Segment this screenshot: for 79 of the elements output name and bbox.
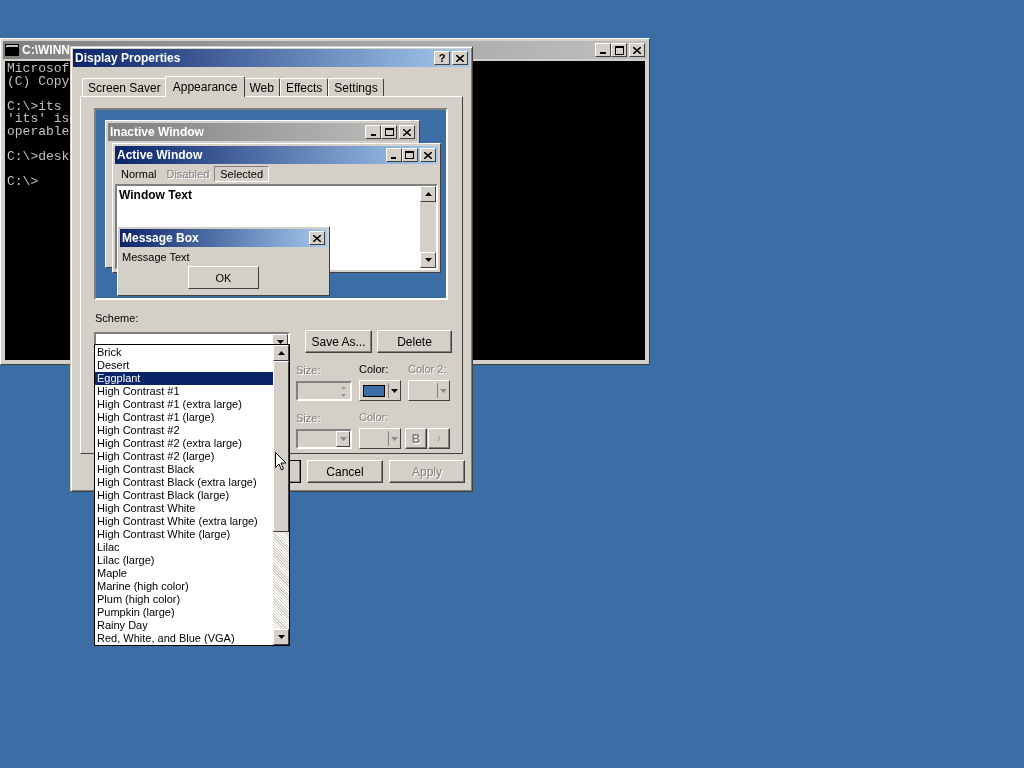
size-spinner[interactable]: [296, 381, 352, 401]
window-title: Active Window: [117, 148, 203, 162]
dialog-button[interactable]: Cancel: [307, 460, 383, 483]
console-line: Microsof: [7, 63, 70, 76]
list-item[interactable]: High Contrast Black (extra large): [95, 476, 273, 489]
window-title: C:\WINN: [22, 43, 70, 57]
dropdown-arrow-icon: [388, 431, 399, 446]
close-button[interactable]: [629, 43, 645, 57]
list-item[interactable]: Rainy Day: [95, 619, 273, 632]
italic-button[interactable]: [428, 428, 450, 449]
console-line: operable: [7, 125, 70, 138]
size-dropdown[interactable]: [296, 429, 352, 449]
field-label: Color:: [359, 411, 389, 425]
dropdown-arrow-icon: [388, 383, 399, 398]
console-line: C:\>its: [7, 100, 62, 113]
maximize-icon: [614, 45, 624, 55]
list-item[interactable]: Eggplant: [95, 372, 273, 385]
list-item[interactable]: High Contrast Black: [95, 463, 273, 476]
maximize-button[interactable]: [611, 43, 627, 57]
list-item[interactable]: Plum (high color): [95, 593, 273, 606]
list-item[interactable]: High Contrast #2 (extra large): [95, 437, 273, 450]
list-item[interactable]: Lilac (large): [95, 554, 273, 567]
tab[interactable]: Appearance: [164, 76, 246, 97]
scroll-thumb[interactable]: [273, 361, 289, 532]
list-item[interactable]: Desert: [95, 359, 273, 372]
maximize-icon: [381, 125, 397, 139]
list-item[interactable]: High Contrast #1 (large): [95, 411, 273, 424]
cursor-icon: [275, 452, 287, 471]
color-picker[interactable]: [408, 380, 450, 401]
list-item[interactable]: High Contrast White (large): [95, 528, 273, 541]
list-item[interactable]: Lilac: [95, 541, 273, 554]
list-item[interactable]: High Contrast #1 (extra large): [95, 398, 273, 411]
window-title: Inactive Window: [110, 125, 204, 139]
list-item[interactable]: Maple: [95, 567, 273, 580]
list-item[interactable]: Brick: [95, 346, 273, 359]
list-item[interactable]: High Contrast #2 (large): [95, 450, 273, 463]
field-label: Color 2:: [408, 363, 447, 377]
close-icon: [633, 46, 641, 54]
window-title: Display Properties: [75, 51, 181, 65]
delete-button[interactable]: Delete: [377, 330, 452, 353]
field-label: Size:: [296, 364, 321, 378]
save-as-button[interactable]: Save As...: [305, 330, 372, 353]
window-title: Message Box: [122, 231, 199, 245]
close-icon: [309, 231, 325, 245]
list-item[interactable]: High Contrast Black (large): [95, 489, 273, 502]
close-button[interactable]: [452, 51, 468, 65]
list-item[interactable]: High Contrast White (extra large): [95, 515, 273, 528]
field-label: Size:: [296, 412, 321, 426]
help-button[interactable]: ?: [434, 51, 450, 65]
tab[interactable]: Web: [243, 78, 280, 96]
list-item[interactable]: High Contrast White: [95, 502, 273, 515]
tab[interactable]: Settings: [328, 78, 384, 96]
console-line: C:\>: [7, 175, 39, 188]
field-label: Color:: [359, 363, 389, 377]
console-line: (C) Copy: [7, 75, 70, 88]
scrollbar[interactable]: [273, 345, 289, 645]
close-icon: [456, 54, 464, 62]
tab[interactable]: Screen Saver: [82, 78, 167, 96]
list-item[interactable]: High Contrast #1: [95, 385, 273, 398]
color-picker[interactable]: [359, 428, 401, 449]
close-icon: [420, 148, 436, 162]
list-item[interactable]: Red, White, and Blue (VGA): [95, 632, 273, 645]
window-text: Window Text: [119, 188, 192, 202]
tab[interactable]: Effects: [279, 78, 329, 96]
close-icon: [399, 125, 415, 139]
scheme-label: Scheme:: [95, 312, 139, 326]
list-item[interactable]: Marine (high color): [95, 580, 273, 593]
minimize-button[interactable]: [595, 43, 611, 57]
list-item[interactable]: High Contrast #2: [95, 424, 273, 437]
color-picker[interactable]: [359, 380, 401, 401]
list-item[interactable]: Pumpkin (large): [95, 606, 273, 619]
minimize-icon: [365, 125, 381, 139]
dropdown-arrow-icon: [437, 383, 448, 398]
minimize-icon: [386, 148, 402, 162]
italic-icon: [437, 435, 441, 442]
message-text: Message Text: [121, 250, 191, 265]
console-icon: [5, 44, 19, 56]
console-line: 'its' is: [7, 113, 70, 126]
console-line: C:\>desk: [7, 150, 70, 163]
